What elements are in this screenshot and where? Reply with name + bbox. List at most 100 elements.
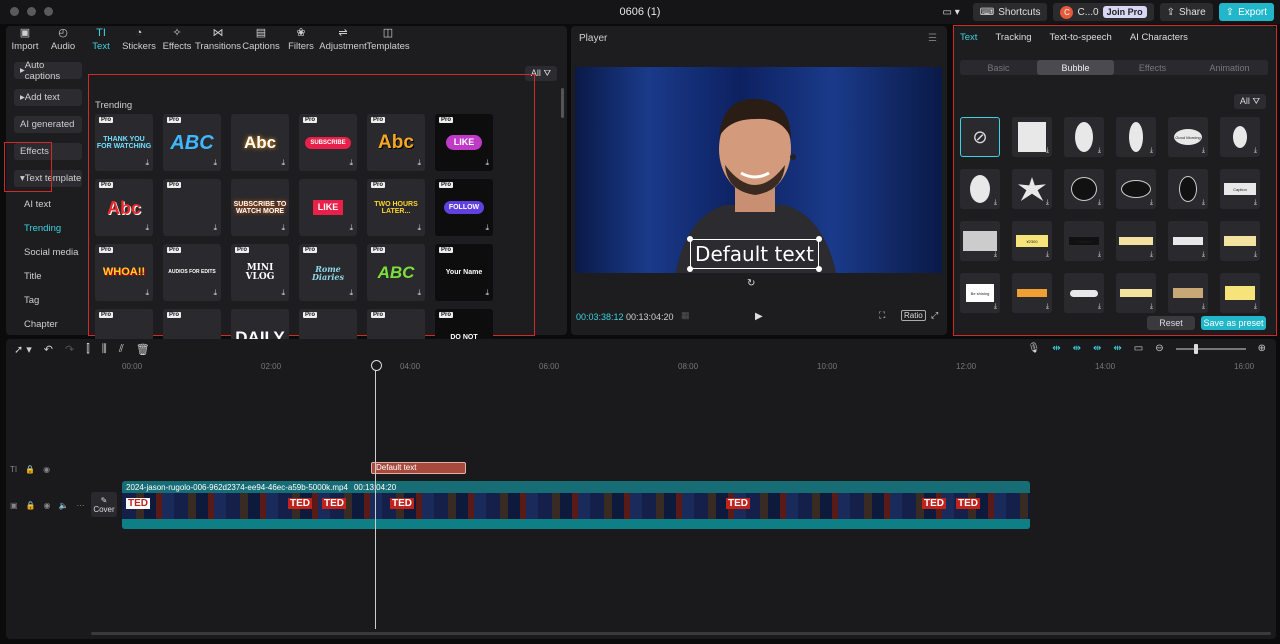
template-tile[interactable]: Pro ABC ⤓ <box>163 114 221 171</box>
timeline-ruler[interactable]: 00:00 02:00 04:00 06:00 08:00 10:00 12:0… <box>122 362 1272 372</box>
download-icon[interactable]: ⤓ <box>994 251 997 259</box>
download-icon[interactable]: ⤓ <box>1254 251 1257 259</box>
bubble-option[interactable]: ⤓ <box>1012 169 1052 209</box>
tab-text-to-speech[interactable]: Text-to-speech <box>1050 32 1112 43</box>
rotate-icon[interactable]: ↻ <box>747 278 755 289</box>
no-bubble-option[interactable]: ⊘ <box>960 117 1000 157</box>
link-main-track-icon[interactable]: ⇹ <box>1052 343 1060 354</box>
download-icon[interactable]: ⤓ <box>1202 199 1205 207</box>
download-icon[interactable]: ⤓ <box>1046 199 1049 207</box>
redo-icon[interactable]: ↷ <box>65 343 74 356</box>
template-tile[interactable]: Pro MINI VLOG ⤓ <box>231 244 289 301</box>
bubble-option[interactable]: ⤓ <box>1116 169 1156 209</box>
template-tile[interactable]: Pro THANK YOU FOR WATCHING ⤓ <box>95 114 153 171</box>
bubble-option[interactable]: ⤓ <box>1064 169 1104 209</box>
tab-templates[interactable]: ◫ Templates <box>366 26 410 54</box>
download-icon[interactable]: ⤓ <box>1046 251 1049 259</box>
play-button[interactable]: ▶ <box>755 311 763 322</box>
download-icon[interactable]: ⤓ <box>213 288 217 298</box>
bubble-option[interactable]: ⤓ <box>1168 221 1208 261</box>
tab-transitions[interactable]: ⋈ Transitions <box>195 26 241 54</box>
menu-icon[interactable]: ☰ <box>928 33 937 44</box>
zoom-in-icon[interactable]: ⊕ <box>1258 343 1266 354</box>
download-icon[interactable]: ⤓ <box>1098 303 1101 311</box>
bubble-option[interactable]: ⤓ <box>1220 273 1260 313</box>
download-icon[interactable]: ⤓ <box>1150 147 1153 155</box>
fit-icon[interactable]: ⛶ <box>879 310 885 321</box>
more-icon[interactable]: ⋯ <box>76 501 84 510</box>
preview-axis-icon[interactable]: ⇹ <box>1113 343 1121 354</box>
template-tile[interactable]: Pro Abc ⤓ <box>95 179 153 236</box>
layout-button[interactable]: ▭ ▾ <box>936 3 967 21</box>
video-clip[interactable]: 2024-jason-rugolo-006-962d2374-ee94-46ec… <box>122 481 1030 529</box>
download-icon[interactable]: ⤓ <box>1098 199 1101 207</box>
ai-generated-button[interactable]: AI generated <box>14 116 82 133</box>
download-icon[interactable]: ⤓ <box>1150 199 1153 207</box>
bubble-option[interactable]: ⤓ <box>1064 117 1104 157</box>
shortcuts-button[interactable]: ⌨ Shortcuts <box>972 3 1048 21</box>
delete-icon[interactable]: 🗑 <box>136 343 150 356</box>
download-icon[interactable]: ⤓ <box>1150 303 1153 311</box>
snap-icon[interactable]: ⇹ <box>1093 343 1101 354</box>
download-icon[interactable]: ⤓ <box>417 223 421 233</box>
template-tile[interactable]: Pro AUDIOS FOR EDITS ⤓ <box>163 244 221 301</box>
download-icon[interactable]: ⤓ <box>1046 303 1049 311</box>
bubble-option[interactable]: Good Morning ⤓ <box>1168 117 1208 157</box>
tab-adjustment[interactable]: ⇌ Adjustment <box>319 26 367 54</box>
bubble-option[interactable]: ⤓ <box>1220 221 1260 261</box>
download-icon[interactable]: ⤓ <box>1202 303 1205 311</box>
template-tile[interactable]: Pro FOLLOW ⤓ <box>435 179 493 236</box>
export-button[interactable]: ⇪ Export <box>1218 3 1274 21</box>
template-tile[interactable]: LIKE ⤓ <box>299 179 357 236</box>
tab-tracking[interactable]: Tracking <box>995 32 1031 43</box>
cover-button[interactable]: ✎ Cover <box>91 492 117 517</box>
download-icon[interactable]: ⤓ <box>1254 199 1257 207</box>
bubble-option[interactable]: ⤓ <box>1168 273 1208 313</box>
download-icon[interactable]: ⤓ <box>145 158 149 168</box>
download-icon[interactable]: ⤓ <box>145 288 149 298</box>
sidebar-item-tag[interactable]: Tag <box>24 295 39 306</box>
download-icon[interactable]: ⤓ <box>417 158 421 168</box>
timeline-grid-icon[interactable]: ▦ <box>681 310 690 321</box>
download-icon[interactable]: ⤓ <box>281 223 285 233</box>
reset-button[interactable]: Reset <box>1147 316 1195 330</box>
resize-handle[interactable] <box>816 236 822 242</box>
template-tile[interactable]: Pro ⤓ <box>163 179 221 236</box>
download-icon[interactable]: ⤓ <box>1202 147 1205 155</box>
download-icon[interactable]: ⤓ <box>349 158 353 168</box>
tab-captions[interactable]: ▤ Captions <box>240 26 282 54</box>
share-button[interactable]: ⇪ Share <box>1159 3 1213 21</box>
bubble-option[interactable]: ⤓ <box>1012 117 1052 157</box>
download-icon[interactable]: ⤓ <box>485 158 489 168</box>
lock-icon[interactable]: 🔒 <box>25 465 35 474</box>
tab-text[interactable]: TI Text <box>82 26 120 54</box>
save-preset-button[interactable]: Save as preset <box>1201 316 1266 330</box>
library-scrollbar[interactable] <box>561 88 564 118</box>
subtab-basic[interactable]: Basic <box>960 60 1037 75</box>
download-icon[interactable]: ⤓ <box>1150 251 1153 259</box>
bubble-option[interactable]: ⤓ <box>960 221 1000 261</box>
lock-icon[interactable]: 🔒 <box>26 501 36 510</box>
auto-captions-button[interactable]: ▸ Auto captions <box>14 60 82 82</box>
resize-handle[interactable] <box>816 266 822 272</box>
zoom-out-icon[interactable]: ⊖ <box>1155 343 1163 354</box>
template-tile[interactable]: Pro TWO HOURS LATER... ⤓ <box>367 179 425 236</box>
tab-text[interactable]: Text <box>960 32 977 43</box>
filter-dropdown[interactable]: All ⛛ <box>524 66 557 81</box>
split-right-icon[interactable]: ⫽ <box>119 343 124 356</box>
subtab-animation[interactable]: Animation <box>1191 60 1268 75</box>
download-icon[interactable]: ⤓ <box>1046 147 1049 155</box>
template-tile[interactable]: Pro Your Name ⤓ <box>435 244 493 301</box>
bubble-option[interactable]: ⤓ <box>1116 117 1156 157</box>
join-pro-button[interactable]: Join Pro <box>1102 6 1147 18</box>
tab-ai-characters[interactable]: AI Characters <box>1130 32 1188 43</box>
bubble-filter-dropdown[interactable]: All ⛛ <box>1233 94 1266 109</box>
download-icon[interactable]: ⤓ <box>417 288 421 298</box>
template-tile[interactable]: Pro WHOA!! ⤓ <box>95 244 153 301</box>
template-tile[interactable]: Pro ABC ⤓ <box>367 244 425 301</box>
zoom-handle[interactable] <box>1193 343 1198 354</box>
tab-filters[interactable]: ❀ Filters <box>282 26 320 54</box>
sidebar-item-ai-text[interactable]: AI text <box>24 199 51 210</box>
download-icon[interactable]: ⤓ <box>349 223 353 233</box>
bubble-option[interactable]: ⤓ <box>1116 221 1156 261</box>
